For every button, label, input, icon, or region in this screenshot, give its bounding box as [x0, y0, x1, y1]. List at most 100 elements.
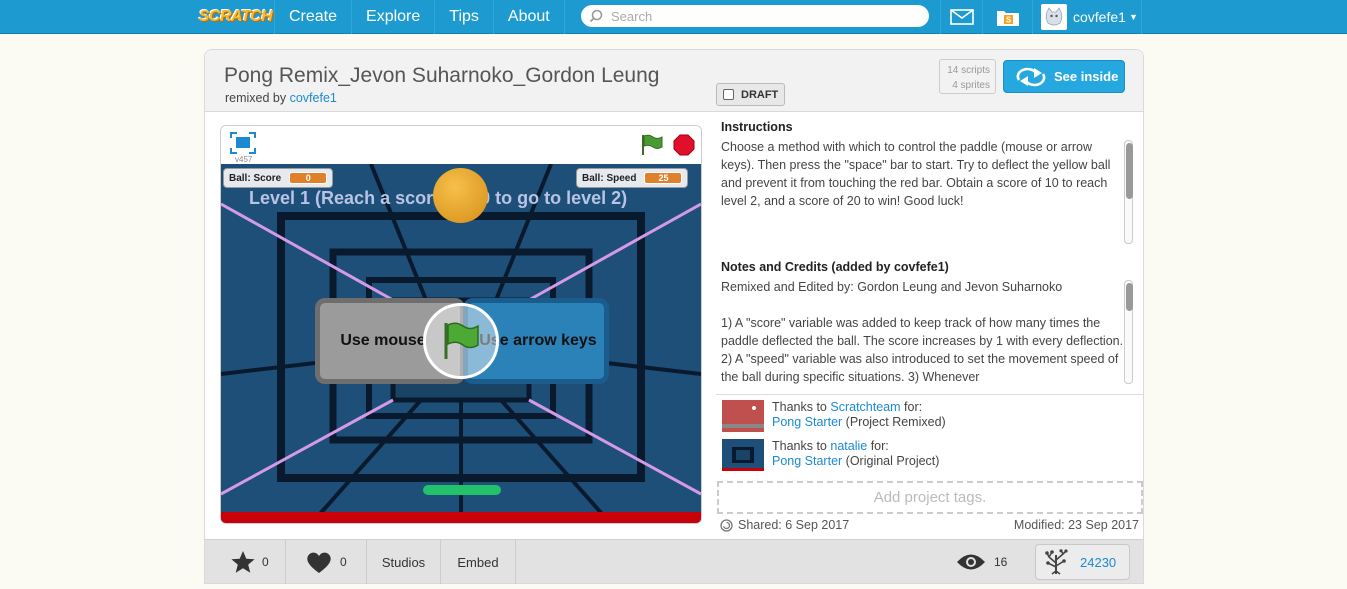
credit-project-link[interactable]: Pong Starter	[772, 454, 842, 468]
project-counts: 14 scripts 4 sprites	[939, 59, 996, 94]
credit-note: (Project Remixed)	[842, 415, 946, 429]
player-controls: v457	[221, 126, 701, 164]
credit-user-link[interactable]: Scratchteam	[830, 400, 900, 414]
love-count: 0	[340, 555, 347, 569]
remixed-user-link[interactable]: covfefe1	[290, 91, 337, 105]
heart-icon	[307, 552, 331, 573]
scratch-logo[interactable]: SCRATCH	[197, 0, 275, 34]
avatar	[1041, 4, 1067, 30]
speed-monitor: Ball: Speed 25	[576, 168, 689, 188]
nav-about[interactable]: About	[494, 0, 565, 34]
notes-line1: Remixed and Edited by: Gordon Leung and …	[721, 280, 1063, 294]
shared-date: Shared: 6 Sep 2017	[720, 518, 849, 532]
paddle-sprite	[423, 485, 501, 495]
notes-section: Notes and Credits (added by covfefe1) Re…	[721, 260, 1126, 384]
ball-sprite	[433, 168, 488, 223]
speed-value: 25	[644, 172, 683, 184]
use-mouse-label: Use mouse	[340, 332, 426, 349]
scroll-thumb[interactable]	[1126, 283, 1133, 311]
credit-text: Thanks to natalie for: Pong Starter (Ori…	[772, 439, 939, 473]
remix-credits: Thanks to Scratchteam for: Pong Starter …	[716, 394, 1143, 480]
mystuff-button[interactable]: S	[982, 0, 1032, 34]
stats-bar: 0 0 Studios Embed 16 24230	[205, 539, 1143, 584]
speed-label: Ball: Speed	[582, 172, 637, 184]
remixed-by: remixed by covfefe1	[225, 91, 337, 105]
project-header: Pong Remix_Jevon Suharnoko_Gordon Leung …	[205, 50, 1143, 112]
project-thumbnail[interactable]	[722, 400, 764, 432]
notes-line2: 1) A "score" variable was added to keep …	[721, 316, 1124, 384]
remix-count: 24230	[1080, 554, 1117, 570]
see-inside-icon	[1016, 67, 1046, 86]
draft-toggle[interactable]: DRAFT	[716, 83, 785, 106]
studios-button[interactable]: Studios	[367, 540, 441, 584]
player-version: v457	[235, 155, 253, 164]
remixes-button[interactable]: 24230	[1035, 544, 1130, 580]
start-overlay[interactable]	[423, 303, 499, 379]
star-icon	[231, 551, 255, 573]
project-title: Pong Remix_Jevon Suharnoko_Gordon Leung	[224, 64, 660, 87]
envelope-icon	[949, 9, 974, 25]
credit-user-link[interactable]: natalie	[830, 439, 867, 453]
chevron-down-icon: ▼	[1128, 12, 1138, 22]
favorite-count: 0	[262, 555, 269, 569]
scripts-count: 14 scripts	[947, 65, 990, 76]
search-icon	[589, 9, 603, 23]
remixed-prefix: remixed by	[225, 91, 290, 105]
user-menu[interactable]: covfefe1 ▼	[1032, 0, 1142, 34]
modified-date: Modified: 23 Sep 2017	[1013, 518, 1139, 532]
folder-icon: S	[996, 11, 1019, 26]
nav-explore[interactable]: Explore	[352, 0, 436, 34]
top-nav: SCRATCH Create Explore Tips About S covf…	[0, 0, 1347, 34]
search-input[interactable]	[609, 7, 909, 25]
views-count: 16	[994, 555, 1008, 569]
credit-suffix: for:	[900, 400, 923, 414]
notes-scrollbar[interactable]	[1124, 280, 1133, 384]
instructions-section: Instructions Choose a method with which …	[721, 120, 1126, 210]
remix-tree-icon	[1045, 549, 1068, 575]
username: covfefe1	[1073, 9, 1126, 25]
project-stage[interactable]: Ball: Score 0 Ball: Speed 25 Level 1 (Re…	[221, 164, 701, 523]
green-flag-icon	[444, 322, 479, 359]
credit-prefix: Thanks to	[772, 400, 831, 414]
draft-label: DRAFT	[741, 88, 779, 101]
nav-create[interactable]: Create	[275, 0, 353, 34]
project-thumbnail[interactable]	[722, 439, 764, 471]
eye-icon	[957, 554, 985, 570]
embed-button[interactable]: Embed	[441, 540, 516, 584]
views-counter: 16	[953, 540, 1021, 584]
score-label: Ball: Score	[229, 172, 282, 184]
svg-text:S: S	[1005, 16, 1011, 25]
favorite-button[interactable]: 0	[205, 540, 286, 584]
add-tags-field[interactable]: Add project tags.	[717, 481, 1143, 514]
stop-icon[interactable]	[673, 134, 695, 156]
credit-suffix: for:	[867, 439, 889, 453]
sprites-count: 4 sprites	[952, 80, 990, 91]
instructions-scrollbar[interactable]	[1124, 140, 1133, 244]
search-box[interactable]	[581, 5, 929, 27]
red-bar	[221, 512, 701, 523]
love-button[interactable]: 0	[286, 540, 367, 584]
notes-heading: Notes and Credits (added by covfefe1)	[721, 260, 949, 274]
project-player[interactable]: v457 Ball: Score 0 Ball: Speed 25 Level …	[220, 125, 702, 524]
credit-text: Thanks to Scratchteam for: Pong Starter …	[772, 400, 946, 434]
nav-links: SCRATCH Create Explore Tips About	[197, 0, 565, 34]
share-icon	[720, 518, 733, 532]
nav-tips[interactable]: Tips	[435, 0, 494, 34]
credit-project-link[interactable]: Pong Starter	[772, 415, 842, 429]
see-inside-label: See inside	[1054, 69, 1119, 84]
shared-date-text: Shared: 6 Sep 2017	[738, 518, 850, 532]
credit-note: (Original Project)	[842, 454, 940, 468]
instructions-heading: Instructions	[721, 120, 793, 134]
instructions-text: Choose a method with which to control th…	[721, 140, 1111, 208]
green-flag-icon[interactable]	[640, 134, 664, 156]
draft-checkbox[interactable]	[723, 89, 734, 100]
fullscreen-icon[interactable]	[230, 132, 256, 154]
score-monitor: Ball: Score 0	[223, 168, 334, 188]
credit-item: Thanks to Scratchteam for: Pong Starter …	[722, 400, 946, 434]
see-inside-button[interactable]: See inside	[1003, 60, 1125, 93]
messages-button[interactable]	[940, 0, 982, 34]
scroll-thumb[interactable]	[1126, 143, 1133, 199]
score-value: 0	[289, 172, 328, 184]
project-dates: Shared: 6 Sep 2017 Modified: 23 Sep 2017	[720, 518, 1139, 535]
project-panel: Pong Remix_Jevon Suharnoko_Gordon Leung …	[204, 49, 1144, 584]
